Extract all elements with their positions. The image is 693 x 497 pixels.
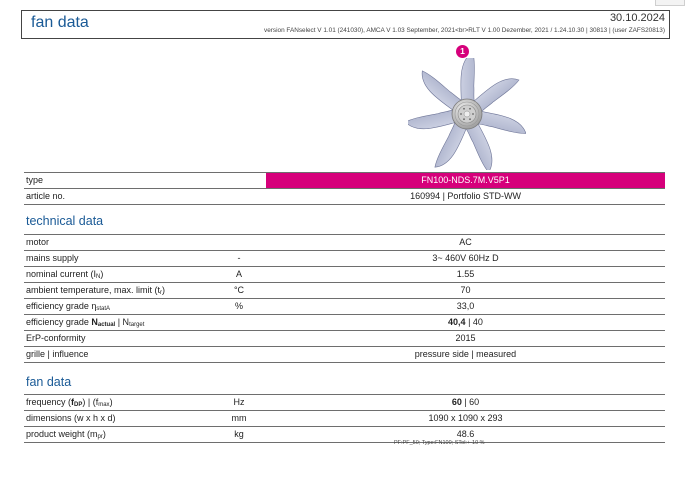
corner-tab [655, 0, 685, 6]
dimensions-row: dimensions (w x h x d) mm 1090 x 1090 x … [24, 411, 665, 427]
hub-bolt [472, 113, 474, 115]
hub-bolt [469, 107, 471, 110]
hub-bolt [469, 118, 471, 121]
identity-table: type FN100-NDS.7M.V5P1 article no. 16099… [24, 172, 665, 205]
motor-value: AC [459, 237, 472, 247]
ambient-value: 70 [460, 285, 471, 295]
current-value: 1.55 [456, 269, 475, 279]
dimensions-label: dimensions (w x h x d) [26, 413, 116, 423]
mains-row: mains supply - 3~ 460V 60Hz D [24, 251, 665, 267]
mains-label: mains supply [26, 253, 79, 263]
frequency-row: frequency (fDP) | (fmax) Hz 60 | 60 [24, 394, 665, 411]
mains-value: 3~ 460V 60Hz D [432, 253, 499, 263]
article-row: article no. 160994 | Portfolio STD-WW [24, 189, 665, 205]
motor-label: motor [26, 237, 50, 247]
erp-label: ErP-conformity [26, 333, 86, 343]
technical-data-heading: technical data [26, 214, 104, 228]
efficiency-row: efficiency grade ηstatA % 33,0 [24, 299, 665, 315]
axial-fan-impeller-icon [408, 58, 526, 170]
image-badge: 1 [456, 45, 469, 58]
hub-bolt [463, 118, 465, 121]
version-info: version FANselect V 1.01 (241030), AMCA … [264, 27, 665, 34]
dimensions-value: 1090 x 1090 x 293 [428, 413, 503, 423]
erp-value: 2015 [455, 333, 476, 343]
hub-bolt [463, 107, 465, 110]
frequency-value: 60 | 60 [451, 397, 480, 407]
efficiency-n-value: 40,4 | 40 [448, 317, 483, 327]
page-title: fan data [31, 14, 89, 31]
weight-row: product weight (mpr) kg 48.6 [24, 427, 665, 443]
erp-row: ErP-conformity 2015 [24, 331, 665, 347]
article-label: article no. [26, 191, 66, 201]
fan-data-heading: fan data [26, 375, 72, 389]
hub-bolt [460, 113, 462, 115]
type-row: type FN100-NDS.7M.V5P1 [24, 172, 665, 189]
motor-row: motor AC [24, 234, 665, 251]
report-date: 30.10.2024 [609, 12, 665, 24]
grille-row: grille | influence pressure side | measu… [24, 347, 665, 363]
footnote: PF:PF_50; Type:FN100; STol:+-10 % [394, 440, 485, 446]
fan-image: 1 [408, 44, 526, 170]
fan-table: frequency (fDP) | (fmax) Hz 60 | 60 dime… [24, 394, 665, 443]
efficiency-n-row: efficiency grade Nactual | Ntarget 40,4 … [24, 315, 665, 331]
weight-label: product weight (mpr) [26, 429, 106, 440]
type-value: FN100-NDS.7M.V5P1 [266, 173, 665, 188]
type-label: type [26, 175, 44, 185]
current-row: nominal current (IN) A 1.55 [24, 267, 665, 283]
header: fan data 30.10.2024 version FANselect V … [21, 10, 670, 39]
grille-value: pressure side | measured [414, 349, 517, 359]
technical-table: motor AC mains supply - 3~ 460V 60Hz D n… [24, 234, 665, 363]
grille-label: grille | influence [26, 349, 89, 359]
article-value: 160994 | Portfolio STD-WW [410, 191, 521, 201]
efficiency-value: 33,0 [456, 301, 475, 311]
ambient-row: ambient temperature, max. limit (tr) °C … [24, 283, 665, 299]
